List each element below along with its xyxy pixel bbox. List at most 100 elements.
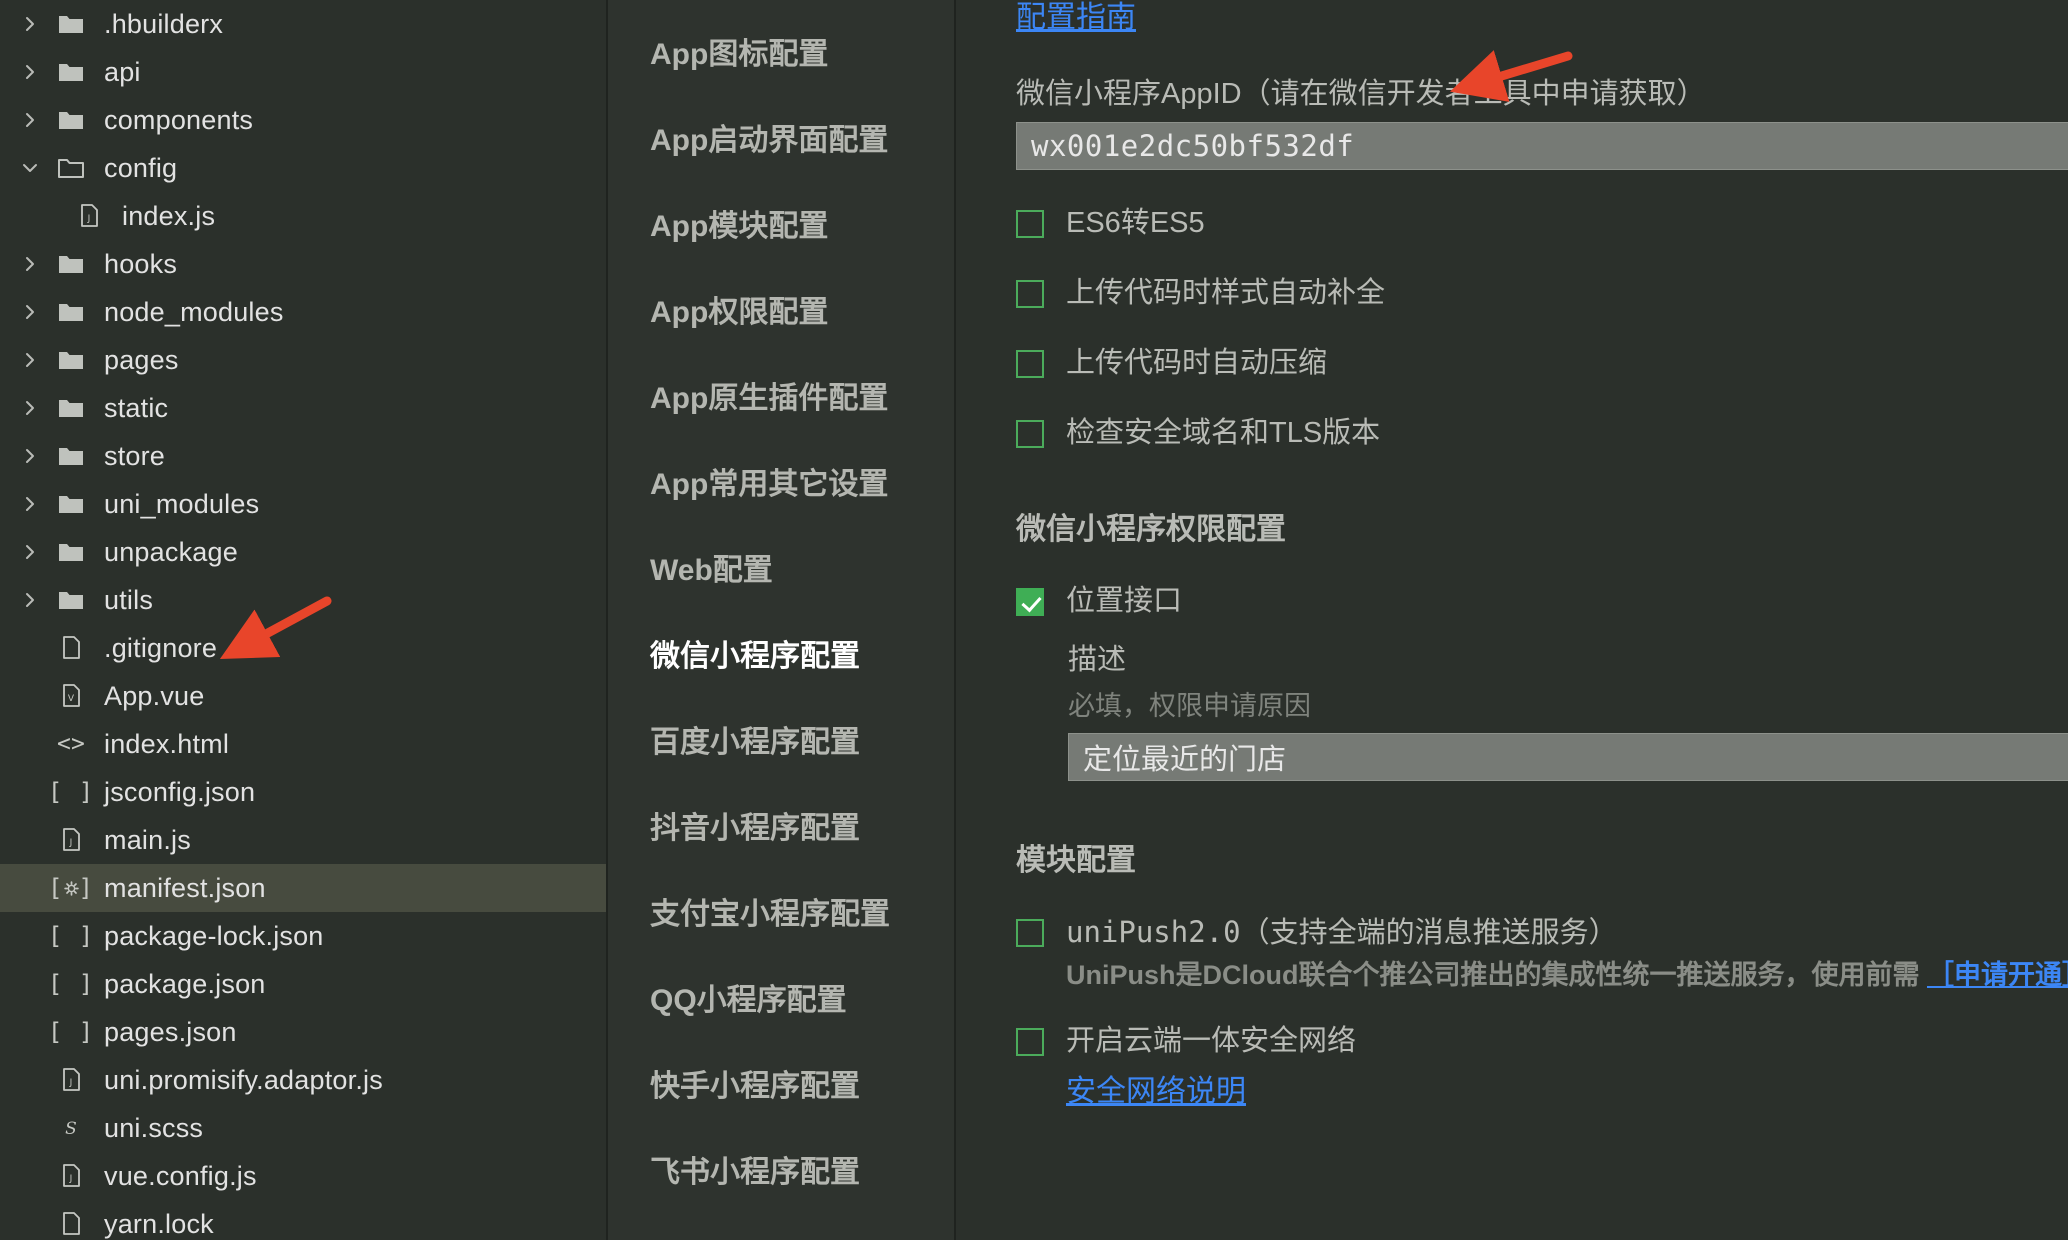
folder-icon: [48, 493, 94, 515]
chevron-right-icon[interactable]: [12, 110, 48, 130]
weixin-miniprogram-config-panel: 配置指南 微信小程序AppID（请在微信开发者工具中申请获取） wx001e2d…: [956, 0, 2068, 1240]
nav-item-14[interactable]: 京东小程序配置: [608, 1212, 954, 1240]
tree-item-label: components: [104, 104, 254, 135]
option-row-0[interactable]: ES6转ES5: [1016, 206, 2068, 240]
chevron-right-icon[interactable]: [12, 62, 48, 82]
nav-item-10[interactable]: 支付宝小程序配置: [608, 868, 954, 954]
nav-item-8[interactable]: 百度小程序配置: [608, 696, 954, 782]
unipush-row[interactable]: uniPush2.0（支持全端的消息推送服务）: [1016, 915, 2068, 949]
chevron-right-icon[interactable]: [12, 446, 48, 466]
checkbox-option-1[interactable]: [1016, 280, 1044, 308]
chevron-right-icon[interactable]: [12, 14, 48, 34]
tree-item-uni-scss[interactable]: Suni.scss: [0, 1104, 606, 1152]
nav-item-3[interactable]: App权限配置: [608, 266, 954, 352]
nav-item-7[interactable]: 微信小程序配置: [608, 610, 954, 696]
tree-item-config[interactable]: config: [0, 144, 606, 192]
json-file-icon: [ ]: [47, 970, 95, 998]
nav-item-6[interactable]: Web配置: [608, 524, 954, 610]
tree-item-index-html[interactable]: <> index.html: [0, 720, 606, 768]
plain-file-icon: [48, 1212, 94, 1236]
nav-item-9[interactable]: 抖音小程序配置: [608, 782, 954, 868]
uniapp-manifest-editor: .hbuilderx api components config Jindex.js ho…: [0, 0, 2068, 1240]
tree-item-node-modules[interactable]: node_modules: [0, 288, 606, 336]
chevron-right-icon[interactable]: [12, 302, 48, 322]
chevron-right-icon[interactable]: [12, 590, 48, 610]
tree-item-index-js[interactable]: Jindex.js: [0, 192, 606, 240]
config-guide-link[interactable]: 配置指南: [1016, 0, 1136, 36]
option-row-2[interactable]: 上传代码时自动压缩: [1016, 346, 2068, 380]
tree-item-label: package-lock.json: [104, 920, 324, 951]
secure-network-doc-link[interactable]: 安全网络说明: [1066, 1066, 1246, 1110]
nav-item-2[interactable]: App模块配置: [608, 180, 954, 266]
svg-text:J: J: [68, 1078, 72, 1088]
nav-item-5[interactable]: App常用其它设置: [608, 438, 954, 524]
tree-item-gitignore[interactable]: .gitignore: [0, 624, 606, 672]
js-file-icon: J: [48, 1164, 94, 1188]
tree-item-label: store: [104, 440, 166, 471]
tree-item-utils[interactable]: utils: [0, 576, 606, 624]
tree-item-jsconfig-json[interactable]: [ ] jsconfig.json: [0, 768, 606, 816]
tree-item-static[interactable]: static: [0, 384, 606, 432]
chevron-right-icon[interactable]: [12, 398, 48, 418]
checkbox-unipush[interactable]: [1016, 919, 1044, 947]
tree-item-pages[interactable]: pages: [0, 336, 606, 384]
checkbox-option-3[interactable]: [1016, 420, 1044, 448]
tree-item-manifest-json[interactable]: [] manifest.json: [0, 864, 606, 912]
folder-icon: [48, 541, 94, 563]
folder-icon: [48, 397, 94, 419]
chevron-down-icon[interactable]: [12, 158, 48, 178]
checkbox-secure-network[interactable]: [1016, 1028, 1044, 1056]
tree-item-components[interactable]: components: [0, 96, 606, 144]
chevron-right-icon[interactable]: [12, 350, 48, 370]
tree-item-label: index.js: [122, 200, 216, 231]
option-row-3[interactable]: 检查安全域名和TLS版本: [1016, 416, 2068, 450]
tree-item-app-vue[interactable]: V App.vue: [0, 672, 606, 720]
tree-item-uni-promisify-adaptor-js[interactable]: Juni.promisify.adaptor.js: [0, 1056, 606, 1104]
chevron-right-icon[interactable]: [12, 542, 48, 562]
manifest-section-nav[interactable]: App图标配置 App启动界面配置 App模块配置 App权限配置 App原生插件配置 A…: [608, 0, 956, 1240]
tree-item-label: yarn.lock: [104, 1208, 214, 1239]
tree-item-label: pages.json: [104, 1016, 237, 1047]
nav-item-0[interactable]: App图标配置: [608, 8, 954, 94]
desc-input[interactable]: 定位最近的门店: [1068, 733, 2068, 781]
option-label: 检查安全域名和TLS版本: [1066, 417, 1381, 449]
svg-text:S: S: [65, 1119, 77, 1139]
tree-item-main-js[interactable]: Jmain.js: [0, 816, 606, 864]
tree-item-api[interactable]: api: [0, 48, 606, 96]
tree-item-store[interactable]: store: [0, 432, 606, 480]
tree-item-uni-modules[interactable]: uni_modules: [0, 480, 606, 528]
tree-item-hooks[interactable]: hooks: [0, 240, 606, 288]
option-row-1[interactable]: 上传代码时样式自动补全: [1016, 276, 2068, 310]
nav-item-13[interactable]: 飞书小程序配置: [608, 1126, 954, 1212]
secure-network-row[interactable]: 开启云端一体安全网络: [1016, 1024, 2068, 1058]
tree-item-hbuilderx[interactable]: .hbuilderx: [0, 0, 606, 48]
nav-item-label: App常用其它设置: [650, 468, 889, 501]
html-file-icon: <>: [56, 731, 86, 757]
nav-item-11[interactable]: QQ小程序配置: [608, 954, 954, 1040]
tree-item-package-lock-json[interactable]: [ ] package-lock.json: [0, 912, 606, 960]
tree-item-package-json[interactable]: [ ] package.json: [0, 960, 606, 1008]
nav-item-label: 百度小程序配置: [650, 726, 860, 759]
nav-item-4[interactable]: App原生插件配置: [608, 352, 954, 438]
js-file-icon: J: [48, 1068, 94, 1092]
tree-item-yarn-lock[interactable]: yarn.lock: [0, 1200, 606, 1240]
vue-file-icon: V: [48, 684, 94, 708]
appid-input[interactable]: wx001e2dc50bf532df: [1016, 122, 2068, 170]
permission-location-row[interactable]: 位置接口: [1016, 584, 2068, 618]
chevron-right-icon[interactable]: [12, 494, 48, 514]
permission-desc-block: 描述 必填，权限申请原因 定位最近的门店: [1068, 636, 2068, 781]
chevron-right-icon[interactable]: [12, 254, 48, 274]
checkbox-location-api[interactable]: [1016, 588, 1044, 616]
permission-section-title: 微信小程序权限配置: [1016, 513, 1286, 546]
tree-item-unpackage[interactable]: unpackage: [0, 528, 606, 576]
unipush-apply-link[interactable]: ［申请开通］: [1927, 960, 2068, 990]
checkbox-option-0[interactable]: [1016, 210, 1044, 238]
nav-item-label: 快手小程序配置: [650, 1070, 860, 1103]
checkbox-option-2[interactable]: [1016, 350, 1044, 378]
file-explorer-tree[interactable]: .hbuilderx api components config Jindex.js ho…: [0, 0, 608, 1240]
tree-item-vue-config-js[interactable]: Jvue.config.js: [0, 1152, 606, 1200]
nav-item-12[interactable]: 快手小程序配置: [608, 1040, 954, 1126]
nav-item-1[interactable]: App启动界面配置: [608, 94, 954, 180]
tree-item-label: uni.scss: [104, 1112, 204, 1143]
tree-item-pages-json[interactable]: [ ] pages.json: [0, 1008, 606, 1056]
